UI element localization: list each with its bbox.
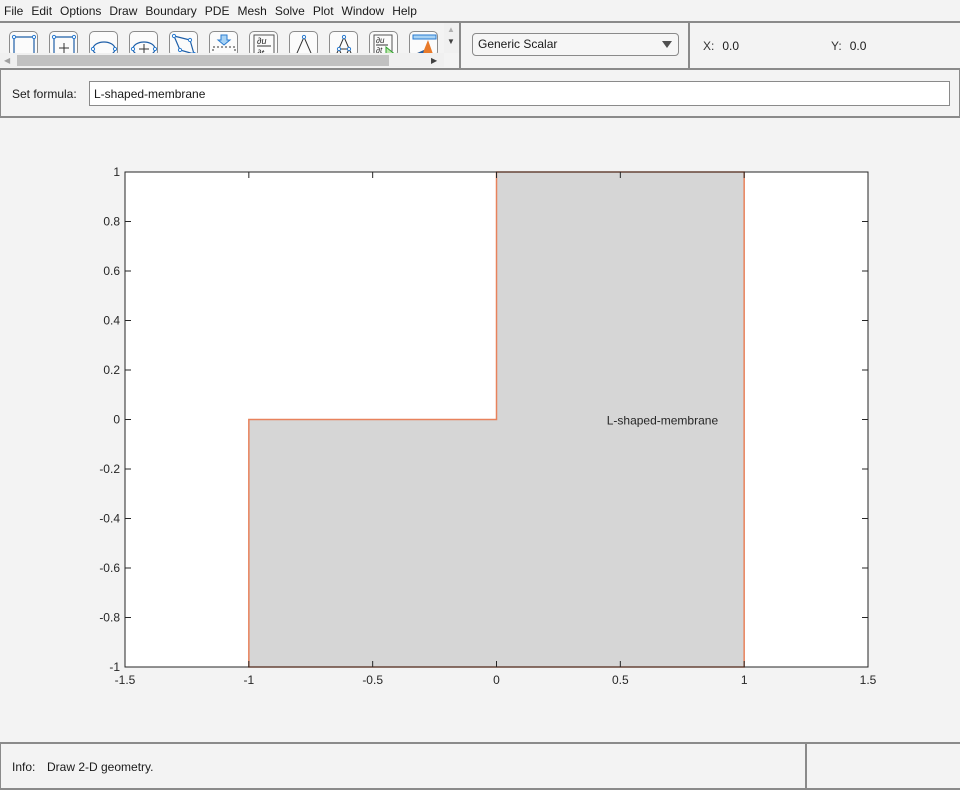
geometry-axes[interactable]: L-shaped-membrane -1.5 -1 -0.5 0 0.5 1 1.5-1-0…	[0, 120, 960, 740]
info-label: Info:	[12, 760, 36, 774]
status-secondary-panel	[809, 744, 960, 788]
menu-window[interactable]: Window	[338, 1, 389, 21]
toolbar-panel: ∂u ∂t	[0, 23, 461, 68]
x-tick-label: 1	[741, 673, 748, 687]
toolbar-horizontal-scrollbar[interactable]: ◀ ▶	[0, 53, 444, 67]
svg-text:∂u: ∂u	[257, 36, 266, 46]
x-coordinate: X: 0.0	[703, 39, 739, 53]
x-tick-label: -0.5	[362, 673, 383, 687]
y-tick-label: 0.4	[103, 314, 120, 328]
y-tick-label: -1	[109, 660, 120, 674]
x-tick-label: -1	[243, 673, 254, 687]
toolbar-vertical-scrollbar[interactable]: ▲ ▼	[444, 23, 459, 53]
menu-solve[interactable]: Solve	[271, 1, 309, 21]
shape-label: L-shaped-membrane	[607, 414, 719, 428]
x-tick-label: 1.5	[860, 673, 877, 687]
formula-row: Set formula:	[0, 70, 960, 118]
menu-pde[interactable]: PDE	[201, 1, 234, 21]
y-coordinate: Y: 0.0	[831, 39, 866, 53]
application-mode-select[interactable]: Generic Scalar	[472, 33, 679, 56]
formula-label: Set formula:	[12, 87, 77, 101]
menu-mesh[interactable]: Mesh	[233, 1, 270, 21]
menu-options[interactable]: Options	[56, 1, 105, 21]
y-tick-label: -0.4	[99, 512, 120, 526]
menu-help[interactable]: Help	[388, 1, 421, 21]
y-tick-label: 0	[113, 413, 120, 427]
chevron-down-icon	[662, 41, 672, 48]
menu-plot[interactable]: Plot	[309, 1, 338, 21]
svg-text:∂u: ∂u	[376, 36, 385, 45]
application-mode-value: Generic Scalar	[478, 37, 558, 51]
scroll-down-icon[interactable]: ▼	[447, 37, 455, 46]
y-tick-label: -0.2	[99, 462, 120, 476]
scrollbar-thumb[interactable]	[17, 55, 389, 66]
scroll-left-icon[interactable]: ◀	[4, 56, 10, 65]
menu-draw[interactable]: Draw	[105, 1, 141, 21]
menu-bar: File Edit Options Draw Boundary PDE Mesh Solve P…	[0, 0, 960, 21]
x-tick-label: -1.5	[115, 673, 136, 687]
scroll-right-icon[interactable]: ▶	[431, 56, 437, 65]
x-tick-label: 0.5	[612, 673, 629, 687]
y-tick-label: 0.8	[103, 215, 120, 229]
y-value: 0.0	[849, 39, 867, 53]
y-tick-label: -0.6	[99, 561, 120, 575]
info-panel: Info: Draw 2-D geometry.	[1, 744, 807, 788]
y-tick-label: -0.8	[99, 611, 120, 625]
y-tick-label: 0.6	[103, 264, 120, 278]
y-tick-label: 0.2	[103, 363, 120, 377]
scroll-up-icon[interactable]: ▲	[447, 25, 455, 34]
cursor-coordinates-panel: X: 0.0 Y: 0.0	[692, 23, 960, 68]
menu-edit[interactable]: Edit	[27, 1, 56, 21]
toolbar-row: ∂u ∂t	[0, 21, 960, 70]
menu-file[interactable]: File	[0, 1, 27, 21]
status-bar: Info: Draw 2-D geometry.	[0, 742, 960, 790]
plot-area: L-shaped-membrane -1.5 -1 -0.5 0 0.5 1 1.5 -1 -0…	[0, 120, 960, 740]
x-value: 0.0	[722, 39, 740, 53]
menu-boundary[interactable]: Boundary	[141, 1, 200, 21]
info-text: Draw 2-D geometry.	[47, 760, 154, 774]
x-label: X:	[703, 39, 715, 53]
y-label: Y:	[831, 39, 842, 53]
application-mode-panel: Generic Scalar	[463, 23, 690, 68]
formula-input[interactable]	[89, 81, 950, 106]
y-tick-label: 1	[113, 165, 120, 179]
x-tick-label: 0	[493, 673, 500, 687]
